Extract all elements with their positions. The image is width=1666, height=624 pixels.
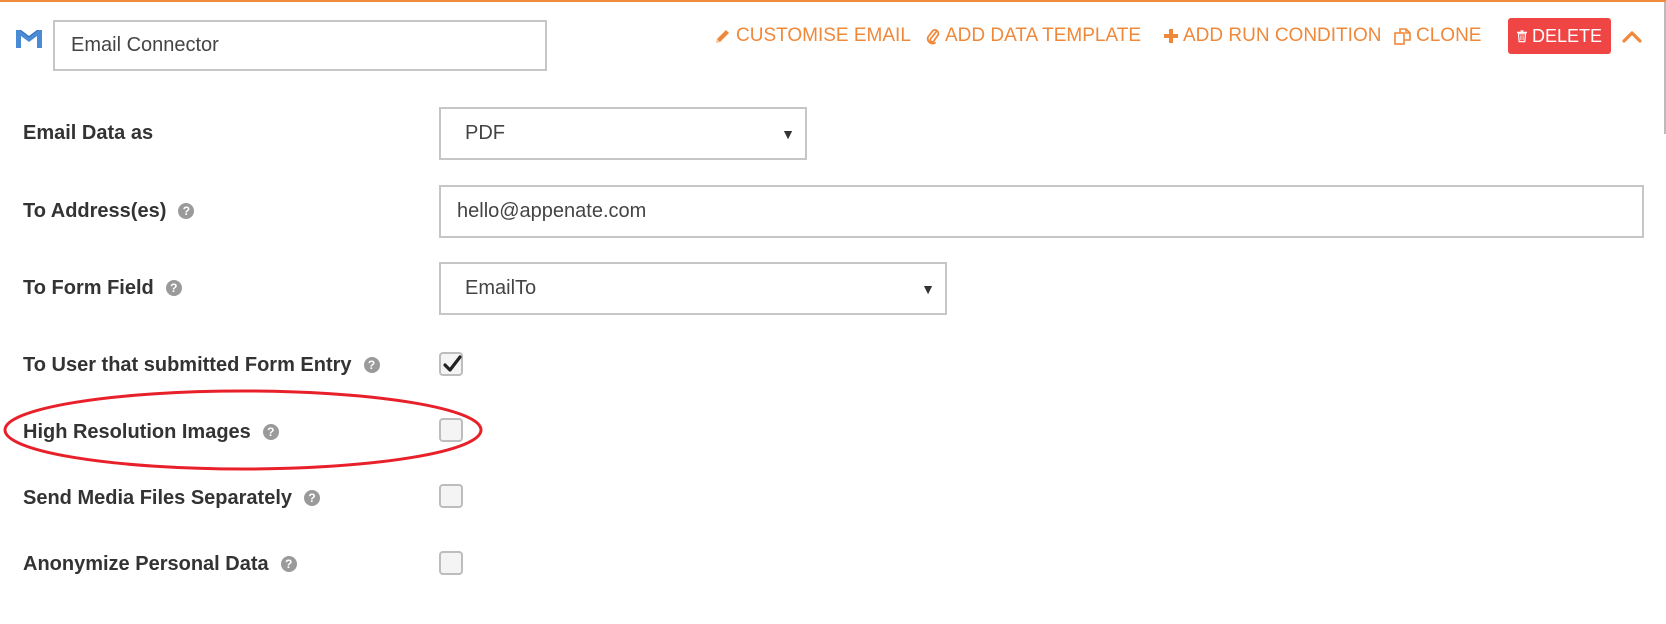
high-resolution-images-label: High Resolution Images ? [23,417,279,447]
collapse-button[interactable] [1622,18,1642,54]
anonymize-personal-data-label: Anonymize Personal Data ? [23,549,297,579]
high-resolution-images-text: High Resolution Images [23,420,251,443]
add-run-condition-button[interactable]: ADD RUN CONDITION [1164,18,1381,54]
to-form-field-select[interactable]: EmailTo ▼ [439,262,947,315]
to-user-submitted-text: To User that submitted Form Entry [23,353,352,376]
copy-icon [1394,27,1411,45]
caret-down-icon: ▼ [781,125,795,142]
customise-email-label: CUSTOMISE EMAIL [736,25,911,46]
delete-button[interactable]: DELETE [1508,18,1611,54]
to-addresses-label: To Address(es) ? [23,196,195,226]
trash-icon [1517,30,1527,43]
email-data-as-label: Email Data as [23,118,153,148]
send-media-separately-checkbox[interactable] [439,484,463,508]
to-user-submitted-label: To User that submitted Form Entry ? [23,350,380,380]
help-icon[interactable]: ? [280,556,297,572]
email-data-as-text: Email Data as [23,121,154,144]
high-resolution-images-checkbox[interactable] [439,418,463,442]
paperclip-icon [926,29,940,45]
delete-label: DELETE [1531,25,1602,46]
to-form-field-text: To Form Field [23,276,154,299]
to-user-submitted-checkbox[interactable] [439,352,463,376]
help-icon[interactable]: ? [178,203,195,219]
to-addresses-text: To Address(es) [23,199,167,222]
plus-icon [1164,29,1178,43]
clone-button[interactable]: CLONE [1394,18,1481,54]
email-data-as-select[interactable]: PDF ▼ [439,107,807,160]
add-run-condition-label: ADD RUN CONDITION [1183,25,1382,46]
checkmark-icon [443,355,462,372]
anonymize-personal-data-checkbox[interactable] [439,551,463,575]
anonymize-personal-data-text: Anonymize Personal Data [23,552,269,575]
email-data-as-value: PDF [465,122,505,144]
help-icon[interactable]: ? [304,490,320,506]
header-actions: CUSTOMISE EMAIL ADD DATA TEMPLATE ADD RU… [0,18,1666,54]
to-form-field-label: To Form Field ? [23,273,182,303]
send-media-separately-label: Send Media Files Separately ? [23,483,320,513]
clone-label: CLONE [1416,25,1482,46]
help-icon[interactable]: ? [262,424,279,440]
add-data-template-label: ADD DATA TEMPLATE [945,25,1142,46]
connector-header: CUSTOMISE EMAIL ADD DATA TEMPLATE ADD RU… [0,0,1666,80]
to-form-field-value: EmailTo [465,277,537,299]
caret-down-icon: ▼ [921,280,935,297]
pencil-icon [716,30,729,43]
customise-email-button[interactable]: CUSTOMISE EMAIL [715,18,911,54]
help-icon[interactable]: ? [165,280,182,296]
add-data-template-button[interactable]: ADD DATA TEMPLATE [926,18,1141,54]
send-media-separately-text: Send Media Files Separately [23,486,292,509]
help-icon[interactable]: ? [363,357,380,373]
chevron-up-icon [1622,31,1642,43]
to-addresses-input[interactable] [439,185,1644,238]
